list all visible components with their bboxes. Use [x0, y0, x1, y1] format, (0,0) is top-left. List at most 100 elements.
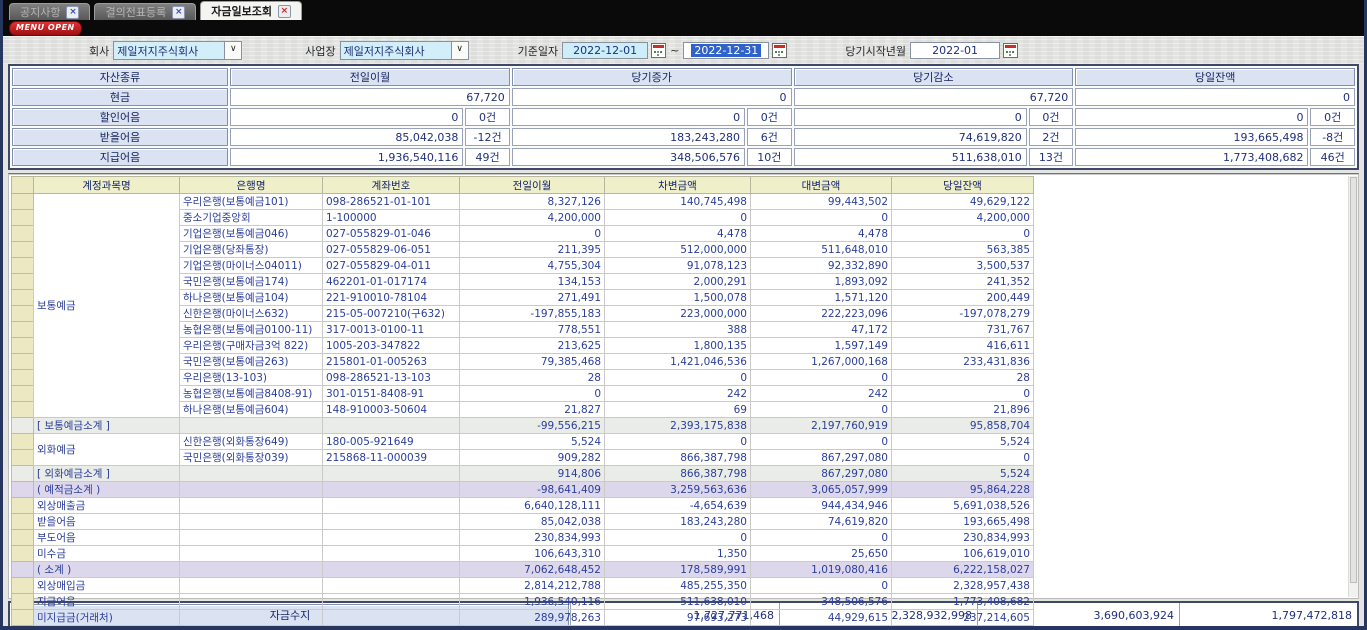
vertical-scrollbar[interactable] [1348, 176, 1358, 597]
credit-amount-cell[interactable]: 4,478 [751, 226, 892, 242]
debit-amount-cell[interactable]: 0 [605, 434, 751, 450]
company-select[interactable]: 제일저지주식회사 ∨ [113, 41, 242, 60]
account-number-cell[interactable] [323, 498, 460, 514]
bank-name-cell[interactable]: 기업은행(당좌통장) [180, 242, 323, 258]
row-selector[interactable] [12, 530, 34, 546]
prev-carryover-cell[interactable]: 4,755,304 [460, 258, 605, 274]
prev-carryover-cell[interactable]: 271,491 [460, 290, 605, 306]
bank-name-cell[interactable]: 우리은행(보통예금101) [180, 194, 323, 210]
account-name-cell[interactable]: 부도어음 [34, 530, 180, 546]
row-selector[interactable] [12, 226, 34, 242]
account-number-cell[interactable] [323, 466, 460, 482]
debit-amount-cell[interactable]: 2,393,175,838 [605, 418, 751, 434]
credit-amount-cell[interactable]: 348,506,576 [751, 594, 892, 610]
prev-carryover-cell[interactable]: 5,524 [460, 434, 605, 450]
account-number-cell[interactable]: 098-286521-01-101 [323, 194, 460, 210]
account-number-cell[interactable] [323, 530, 460, 546]
day-balance-cell[interactable]: 5,691,038,526 [892, 498, 1034, 514]
credit-amount-cell[interactable]: 0 [751, 402, 892, 418]
day-balance-cell[interactable]: 21,896 [892, 402, 1034, 418]
debit-amount-cell[interactable]: 0 [605, 530, 751, 546]
credit-amount-cell[interactable]: 1,893,092 [751, 274, 892, 290]
day-balance-cell[interactable]: -197,078,279 [892, 306, 1034, 322]
account-number-cell[interactable]: 462201-01-017174 [323, 274, 460, 290]
account-number-cell[interactable] [323, 482, 460, 498]
row-selector[interactable] [12, 274, 34, 290]
day-balance-cell[interactable]: 0 [892, 450, 1034, 466]
bank-name-cell[interactable]: 국민은행(보통예금174) [180, 274, 323, 290]
bank-name-cell[interactable]: 신한은행(마이너스632) [180, 306, 323, 322]
credit-amount-cell[interactable]: 242 [751, 386, 892, 402]
day-balance-cell[interactable]: 0 [892, 226, 1034, 242]
period-start-input[interactable]: 2022-01 [910, 42, 1000, 59]
day-balance-cell[interactable]: 230,834,993 [892, 530, 1034, 546]
row-selector[interactable] [12, 306, 34, 322]
prev-carryover-cell[interactable]: 211,395 [460, 242, 605, 258]
credit-amount-cell[interactable]: 0 [751, 370, 892, 386]
bank-name-cell[interactable]: 신한은행(외화통장649) [180, 434, 323, 450]
date-from-input[interactable]: 2022-12-01 [562, 42, 648, 59]
account-name-cell[interactable]: ( 예적금소계 ) [34, 482, 180, 498]
credit-amount-cell[interactable]: 944,434,946 [751, 498, 892, 514]
account-number-cell[interactable] [323, 562, 460, 578]
day-balance-cell[interactable]: 3,500,537 [892, 258, 1034, 274]
day-balance-cell[interactable]: 1,773,408,682 [892, 594, 1034, 610]
prev-carryover-cell[interactable]: 21,827 [460, 402, 605, 418]
row-selector[interactable] [12, 354, 34, 370]
bank-name-cell[interactable]: 우리은행(구매자금3억 822) [180, 338, 323, 354]
prev-carryover-cell[interactable]: 0 [460, 226, 605, 242]
day-balance-cell[interactable]: 95,858,704 [892, 418, 1034, 434]
date-to-input[interactable]: 2022-12-31 [683, 42, 769, 59]
day-balance-cell[interactable]: 106,619,010 [892, 546, 1034, 562]
credit-amount-cell[interactable]: 0 [751, 210, 892, 226]
calendar-icon[interactable] [1003, 43, 1018, 58]
account-number-cell[interactable]: 180-005-921649 [323, 434, 460, 450]
prev-carryover-cell[interactable]: -99,556,215 [460, 418, 605, 434]
prev-carryover-cell[interactable]: 778,551 [460, 322, 605, 338]
prev-carryover-cell[interactable]: 28 [460, 370, 605, 386]
debit-amount-cell[interactable]: 2,000,291 [605, 274, 751, 290]
credit-amount-cell[interactable]: 222,223,096 [751, 306, 892, 322]
debit-amount-cell[interactable]: 1,500,078 [605, 290, 751, 306]
prev-carryover-cell[interactable]: 4,200,000 [460, 210, 605, 226]
credit-amount-cell[interactable]: 0 [751, 578, 892, 594]
bank-name-cell[interactable]: 하나은행(보통예금104) [180, 290, 323, 306]
bank-name-cell[interactable] [180, 530, 323, 546]
day-balance-cell[interactable]: 241,352 [892, 274, 1034, 290]
credit-amount-cell[interactable]: 511,648,010 [751, 242, 892, 258]
tab-voucher-entry[interactable]: 결의전표등록 × [94, 3, 196, 20]
account-number-cell[interactable]: 215868-11-000039 [323, 450, 460, 466]
credit-amount-cell[interactable]: 1,571,120 [751, 290, 892, 306]
day-balance-cell[interactable]: 49,629,122 [892, 194, 1034, 210]
account-number-cell[interactable]: 301-0151-8408-91 [323, 386, 460, 402]
account-name-cell[interactable]: 지급어음 [34, 594, 180, 610]
menu-open-button[interactable]: MENU OPEN [9, 21, 82, 36]
prev-carryover-cell[interactable]: 230,834,993 [460, 530, 605, 546]
row-selector[interactable] [12, 578, 34, 594]
account-number-cell[interactable] [323, 594, 460, 610]
day-balance-cell[interactable]: 731,767 [892, 322, 1034, 338]
day-balance-cell[interactable]: 563,385 [892, 242, 1034, 258]
day-balance-cell[interactable]: 6,222,158,027 [892, 562, 1034, 578]
bank-name-cell[interactable]: 국민은행(외화통장039) [180, 450, 323, 466]
debit-amount-cell[interactable]: 512,000,000 [605, 242, 751, 258]
debit-amount-cell[interactable]: 388 [605, 322, 751, 338]
account-number-cell[interactable]: 1005-203-347822 [323, 338, 460, 354]
day-balance-cell[interactable]: 28 [892, 370, 1034, 386]
credit-amount-cell[interactable]: 1,597,149 [751, 338, 892, 354]
account-number-cell[interactable]: 148-910003-50604 [323, 402, 460, 418]
credit-amount-cell[interactable]: 47,172 [751, 322, 892, 338]
account-name-cell[interactable]: 외상매입금 [34, 578, 180, 594]
debit-amount-cell[interactable]: 866,387,798 [605, 466, 751, 482]
row-selector[interactable] [12, 498, 34, 514]
bank-name-cell[interactable] [180, 610, 323, 626]
bank-name-cell[interactable] [180, 514, 323, 530]
row-selector[interactable] [12, 418, 34, 434]
debit-amount-cell[interactable]: 183,243,280 [605, 514, 751, 530]
row-selector[interactable] [12, 514, 34, 530]
day-balance-cell[interactable]: 5,524 [892, 434, 1034, 450]
account-name-cell[interactable]: ( 소계 ) [34, 562, 180, 578]
credit-amount-cell[interactable]: 1,019,080,416 [751, 562, 892, 578]
debit-amount-cell[interactable]: 140,745,498 [605, 194, 751, 210]
day-balance-cell[interactable]: 237,214,605 [892, 610, 1034, 626]
